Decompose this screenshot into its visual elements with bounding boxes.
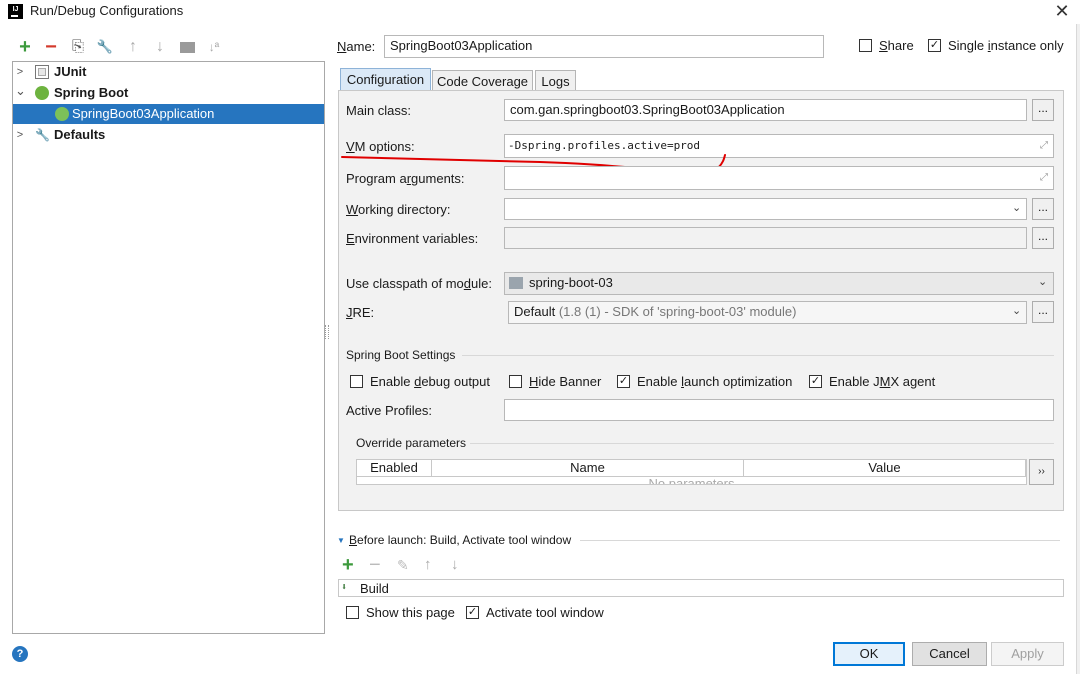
browse-main-class-button[interactable]: ...: [1032, 99, 1054, 121]
enable-jmx-agent-label: Enable JMX agent: [829, 374, 936, 389]
window-edge: [1076, 24, 1080, 674]
collapse-arrow-icon[interactable]: ▼: [337, 536, 345, 545]
working-directory-input[interactable]: [504, 198, 1027, 220]
junit-icon: [35, 65, 49, 79]
program-arguments-input[interactable]: [504, 166, 1054, 190]
tree-item-junit[interactable]: > JUnit: [13, 62, 324, 82]
show-this-page-checkbox[interactable]: [346, 606, 359, 619]
enable-jmx-agent-checkbox[interactable]: ✓: [809, 375, 822, 388]
enable-launch-optimization-checkbox[interactable]: ✓: [617, 375, 630, 388]
before-launch-title[interactable]: Before launch: Build, Activate tool wind…: [349, 533, 571, 547]
tab-code-coverage[interactable]: Code Coverage: [432, 70, 533, 91]
move-up-icon[interactable]: ↑: [124, 38, 142, 56]
wrench-icon[interactable]: 🔧: [96, 38, 114, 56]
empty-table-text: No parameters: [648, 476, 735, 485]
move-down-icon[interactable]: ↓: [151, 38, 169, 56]
column-header-name[interactable]: Name: [432, 460, 744, 477]
program-arguments-label: Program arguments:: [346, 171, 465, 186]
edit-override-parameters-button[interactable]: ››: [1029, 459, 1054, 485]
add-configuration-icon[interactable]: +: [16, 37, 34, 57]
working-directory-label: Working directory:: [346, 202, 451, 217]
share-checkbox[interactable]: [859, 39, 872, 52]
move-task-up-icon[interactable]: ↑: [424, 556, 432, 573]
browse-working-directory-button[interactable]: ...: [1032, 198, 1054, 220]
enable-debug-output-checkbox[interactable]: [350, 375, 363, 388]
show-this-page-label: Show this page: [366, 605, 455, 620]
tab-logs[interactable]: Logs: [535, 70, 576, 91]
build-icon: ⬇: [341, 582, 348, 593]
name-input[interactable]: SpringBoot03Application: [384, 35, 824, 58]
ok-button[interactable]: OK: [833, 642, 905, 666]
single-instance-label: Single instance only: [948, 38, 1064, 53]
section-separator: [580, 540, 1060, 541]
spring-boot-settings-title: Spring Boot Settings: [346, 348, 456, 362]
chevron-down-icon[interactable]: ⌄: [1012, 304, 1021, 317]
intellij-app-icon: IJ: [8, 4, 23, 19]
name-label: Name:: [337, 39, 376, 54]
tree-item-label: JUnit: [54, 64, 87, 79]
help-icon[interactable]: ?: [12, 646, 28, 662]
main-class-input[interactable]: com.gan.springboot03.SpringBoot03Applica…: [504, 99, 1027, 121]
remove-configuration-icon[interactable]: −: [42, 37, 60, 57]
main-class-label: Main class:: [346, 103, 412, 118]
module-icon: [509, 277, 523, 289]
single-instance-checkbox[interactable]: ✓: [928, 39, 941, 52]
tree-item-spring-boot[interactable]: ⌄ Spring Boot: [13, 83, 324, 103]
classpath-module-select[interactable]: spring-boot-03: [504, 272, 1054, 295]
hide-banner-checkbox[interactable]: [509, 375, 522, 388]
apply-button[interactable]: Apply: [991, 642, 1064, 666]
environment-variables-label: Environment variables:: [346, 231, 479, 246]
copy-configuration-icon[interactable]: ⎘: [69, 38, 87, 56]
chevron-down-icon[interactable]: ⌄: [1038, 275, 1047, 288]
tree-item-springboot03application[interactable]: SpringBoot03Application: [13, 104, 324, 124]
chevron-right-icon[interactable]: >: [15, 62, 25, 82]
expand-icon[interactable]: ⤢: [1038, 172, 1050, 184]
edit-environment-variables-button[interactable]: ...: [1032, 227, 1054, 249]
spring-boot-icon: [35, 86, 49, 100]
tree-item-label: Spring Boot: [54, 85, 129, 100]
override-parameters-table[interactable]: Enabled Name Value No parameters: [356, 459, 1027, 485]
classpath-module-label: Use classpath of module:: [346, 276, 492, 291]
chevron-down-icon[interactable]: ⌄: [15, 81, 26, 101]
tree-item-label: SpringBoot03Application: [72, 106, 215, 121]
environment-variables-input[interactable]: [504, 227, 1027, 249]
enable-launch-optimization-label: Enable launch optimization: [637, 374, 793, 389]
cancel-button[interactable]: Cancel: [912, 642, 987, 666]
jre-label: JRE:: [346, 305, 375, 320]
chevron-down-icon[interactable]: ⌄: [1012, 201, 1021, 214]
hide-banner-label: Hide Banner: [529, 374, 602, 389]
chevron-right-icon[interactable]: >: [15, 125, 25, 145]
edit-task-icon[interactable]: ✎: [397, 557, 409, 574]
section-separator: [462, 355, 1054, 356]
browse-jre-button[interactable]: ...: [1032, 301, 1054, 323]
configuration-tree[interactable]: > JUnit ⌄ Spring Boot SpringBoot03Applic…: [12, 61, 325, 634]
wrench-icon: 🔧: [35, 128, 50, 142]
before-launch-task-list[interactable]: ⬇ Build: [338, 579, 1064, 597]
task-build-label[interactable]: Build: [360, 581, 389, 596]
active-profiles-input[interactable]: [504, 399, 1054, 421]
active-profiles-label: Active Profiles:: [346, 403, 432, 418]
activate-tool-window-checkbox[interactable]: ✓: [466, 606, 479, 619]
column-header-enabled[interactable]: Enabled: [357, 460, 432, 477]
section-separator: [470, 443, 1054, 444]
column-header-value[interactable]: Value: [744, 460, 1026, 477]
remove-task-icon[interactable]: −: [369, 555, 381, 575]
jre-select[interactable]: Default (1.8 (1) - SDK of 'spring-boot-0…: [508, 301, 1027, 324]
window-title: Run/Debug Configurations: [30, 3, 184, 18]
spring-boot-app-icon: [55, 107, 69, 121]
move-task-down-icon[interactable]: ↓: [451, 556, 459, 573]
tree-item-label: Defaults: [54, 127, 106, 142]
enable-debug-output-label: Enable debug output: [370, 374, 491, 389]
add-task-icon[interactable]: +: [342, 555, 354, 575]
expand-icon[interactable]: ⤢: [1038, 140, 1050, 152]
override-parameters-title: Override parameters: [356, 436, 467, 450]
close-window-button[interactable]: ✕: [1048, 0, 1076, 22]
folder-icon[interactable]: [178, 38, 196, 56]
activate-tool-window-label: Activate tool window: [486, 605, 604, 620]
tab-configuration[interactable]: Configuration: [340, 68, 431, 91]
splitter-handle[interactable]: [325, 325, 329, 339]
sort-icon[interactable]: ↓ª: [205, 38, 223, 56]
tree-item-defaults[interactable]: > 🔧 Defaults: [13, 125, 324, 145]
share-label: Share: [879, 38, 914, 53]
